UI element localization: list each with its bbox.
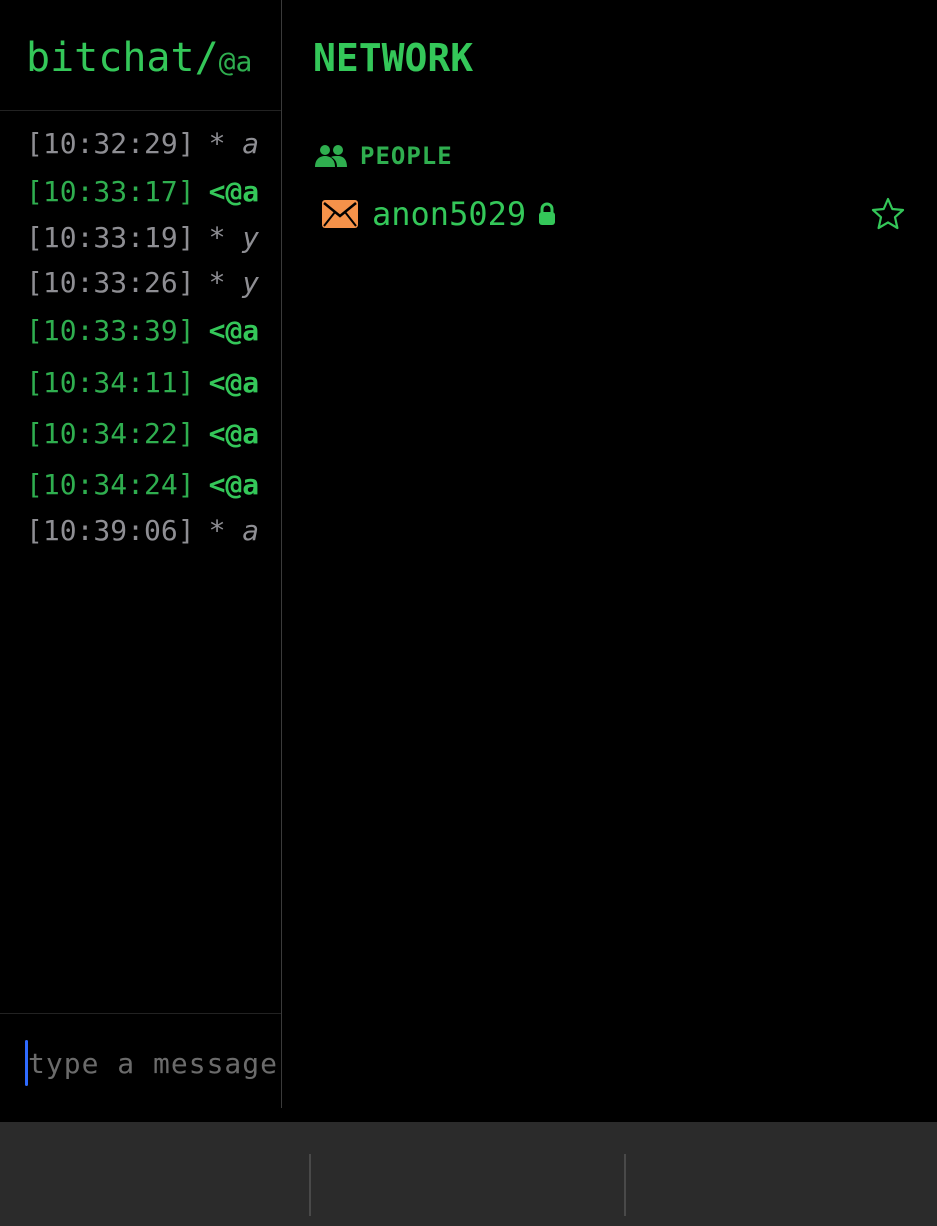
toolbar-divider [624, 1154, 626, 1216]
message-timestamp: [10:32:29] [26, 127, 195, 160]
message-row: [10:33:39] <@a [26, 313, 259, 349]
bottom-toolbar [0, 1122, 937, 1226]
message-timestamp: [10:34:24] [26, 468, 195, 501]
people-section-header: PEOPLE [314, 142, 453, 170]
message-timestamp: [10:33:19] [26, 221, 195, 254]
star-outline-icon[interactable] [870, 196, 906, 232]
peer-name[interactable]: anon5029 [372, 195, 526, 233]
message-sender[interactable]: <@a [209, 468, 260, 501]
chat-header: bitchat/@a [26, 34, 252, 86]
message-timestamp: [10:33:26] [26, 266, 195, 299]
message-input[interactable] [24, 1040, 282, 1086]
message-row: [10:33:19] * y [26, 220, 259, 256]
message-row: [10:34:24] <@a [26, 467, 259, 503]
app-title: bitchat/ [26, 35, 219, 81]
message-timestamp: [10:33:17] [26, 175, 195, 208]
people-icon [315, 145, 347, 167]
message-row: [10:33:26] * y [26, 265, 259, 301]
message-row: [10:34:22] <@a [26, 416, 259, 452]
input-divider [0, 1013, 282, 1014]
nickname-label[interactable]: @a [219, 45, 253, 78]
message-text: * y [208, 221, 260, 254]
message-sender[interactable]: <@a [209, 366, 260, 399]
text-caret [25, 1040, 28, 1086]
section-label: PEOPLE [360, 142, 453, 170]
toolbar-divider [309, 1154, 311, 1216]
message-row: [10:33:17] <@a [26, 174, 259, 210]
message-row: [10:39:06] * a [26, 513, 259, 549]
chat-pane: bitchat/@a [10:32:29] * a [10:33:17] <@a [… [0, 0, 282, 1122]
sidebar-border-gap [281, 1108, 283, 1122]
message-row: [10:32:29] * a [26, 126, 259, 162]
message-text: * a [208, 514, 260, 547]
message-timestamp: [10:34:22] [26, 417, 195, 450]
message-timestamp: [10:39:06] [26, 514, 195, 547]
message-text: * y [208, 266, 260, 299]
message-text: * a [208, 127, 260, 160]
message-row: [10:34:11] <@a [26, 365, 259, 401]
message-sender[interactable]: <@a [209, 175, 260, 208]
sidebar-title: NETWORK [313, 36, 474, 80]
message-timestamp: [10:34:11] [26, 366, 195, 399]
message-timestamp: [10:33:39] [26, 314, 195, 347]
lock-icon [539, 202, 556, 225]
message-sender[interactable]: <@a [209, 417, 260, 450]
peer-row[interactable]: anon5029 [322, 188, 906, 240]
message-sender[interactable]: <@a [209, 314, 260, 347]
envelope-icon[interactable] [322, 200, 358, 228]
network-sidebar: NETWORK PEOPLE anon5029 [281, 0, 937, 1122]
